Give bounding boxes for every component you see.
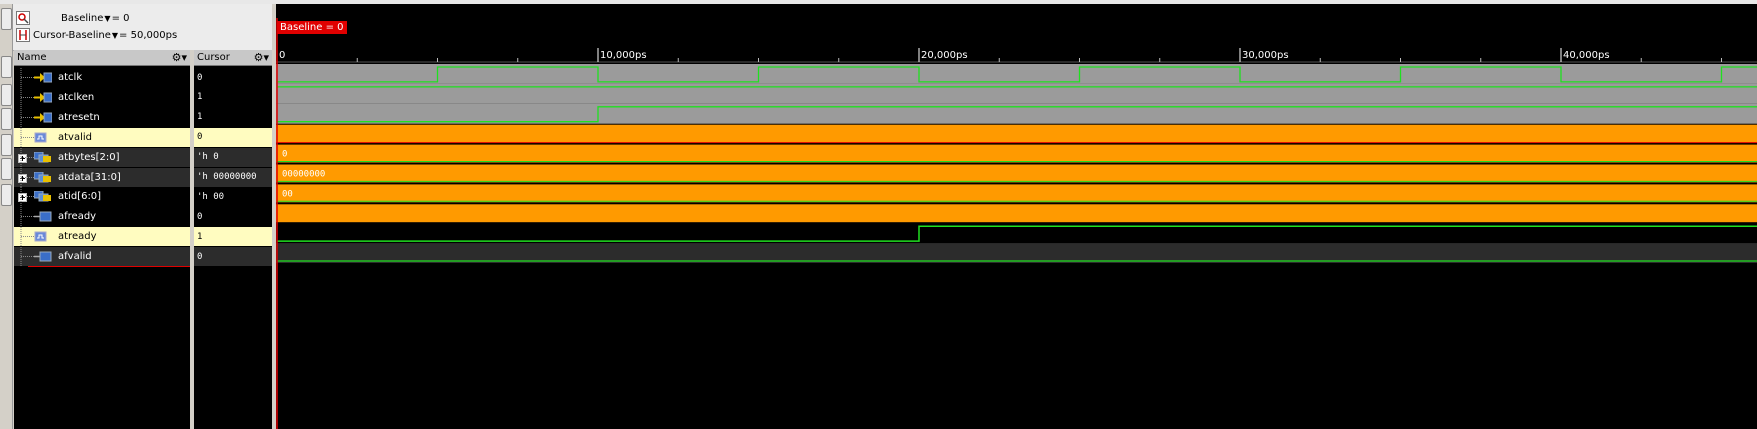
signal-value: 'h 00 (197, 191, 225, 202)
signal-value-row[interactable]: 0 (194, 127, 272, 147)
signal-name: atdata[31:0] (58, 171, 121, 183)
baseline-row[interactable]: Baseline ▼ = 0 (16, 11, 129, 25)
signal-value: 0 (197, 211, 203, 222)
input-arrow-icon (34, 92, 53, 103)
dropdown-arrow-icon[interactable]: ▼ (112, 31, 118, 40)
signal-row[interactable]: atvalid (14, 127, 190, 147)
signal-icon (34, 231, 52, 242)
baseline-marker-label[interactable]: Baseline = 0 (277, 21, 347, 34)
signal-value: 1 (197, 92, 203, 103)
bus-icon (33, 190, 52, 202)
tool-button[interactable] (1, 158, 12, 180)
signal-value: 1 (197, 112, 203, 123)
gear-icon[interactable]: ⚙▾ (254, 51, 269, 64)
signal-row[interactable]: atdata[31:0] (14, 167, 190, 187)
gear-icon[interactable]: ⚙▾ (172, 51, 187, 64)
signal-row[interactable]: afvalid (14, 247, 190, 267)
signal-name: atclk (58, 72, 83, 83)
cursor-header-label: Cursor (197, 52, 230, 63)
cursor-baseline-value: = 50,000ps (119, 29, 178, 41)
output-icon (34, 251, 52, 262)
signal-value-row[interactable]: 0 (194, 68, 272, 87)
signal-value-row[interactable]: 'h 00000000 (194, 167, 272, 187)
signal-value: 0 (197, 72, 203, 83)
signal-row[interactable]: atid[6:0] (14, 187, 190, 207)
signal-name: afvalid (58, 251, 92, 263)
signal-value: 0 (197, 251, 203, 262)
signal-value-row[interactable]: 1 (194, 108, 272, 127)
signal-value-row[interactable]: 0 (194, 247, 272, 267)
signal-value: 1 (197, 231, 203, 242)
signal-row[interactable]: atbytes[2:0] (14, 147, 190, 167)
dropdown-arrow-icon[interactable]: ▼ (104, 14, 110, 23)
tool-button[interactable] (1, 134, 12, 156)
bus-value-fill (276, 184, 1757, 203)
signal-value: 0 (197, 132, 203, 143)
signal-value-row[interactable]: 'h 00 (194, 187, 272, 206)
input-arrow-icon (34, 72, 53, 83)
tool-button[interactable] (1, 56, 12, 78)
signal-row[interactable]: atresetn (14, 107, 190, 127)
bus-icon (33, 151, 52, 163)
ruler-tick-label: 40,000ps (1563, 50, 1610, 61)
baseline-label: Baseline (61, 12, 104, 24)
signal-name: atid[6:0] (58, 191, 102, 203)
signal-name: afready (58, 211, 97, 223)
cursor-column-header[interactable]: Cursor ⚙▾ (194, 50, 272, 66)
signal-name: atvalid (58, 131, 92, 143)
signal-name: atbytes[2:0] (58, 151, 120, 163)
signal-icon (34, 132, 52, 143)
bus-value-fill (276, 164, 1757, 183)
cursor-value-panel: Cursor ⚙▾ 0 1 1 0 'h 0 'h 00000000 'h 00 0 1 0 (194, 50, 272, 429)
left-toolbar (0, 4, 13, 429)
unknown-value-fill (276, 204, 1757, 223)
signal-row[interactable]: atclken (14, 87, 190, 107)
output-icon (34, 211, 52, 222)
ruler-tick-label: 10,000ps (600, 50, 647, 61)
wave-background (276, 243, 1757, 263)
bus-value-label: 00 (282, 189, 293, 199)
bus-value-fill (276, 144, 1757, 163)
signal-value-row[interactable]: 0 (194, 207, 272, 226)
zoom-baseline-icon[interactable] (16, 11, 30, 25)
tool-button[interactable] (1, 84, 12, 106)
signal-row[interactable]: atready (14, 227, 190, 247)
cursor-baseline-icon[interactable] (16, 28, 30, 42)
ready-waveform (277, 225, 1757, 242)
cursor-baseline-row[interactable]: Cursor-Baseline ▼ = 50,000ps (16, 28, 177, 42)
waveform-panel[interactable]: 0 10,000ps 20,000ps 30,000ps 40,000ps 0 000000… (276, 4, 1757, 429)
input-arrow-icon (34, 112, 53, 123)
signal-name: atready (58, 231, 97, 243)
tool-button[interactable] (1, 8, 12, 30)
bus-icon (33, 171, 52, 183)
signal-name: atresetn (58, 111, 100, 123)
ruler-tick-label: 20,000ps (921, 50, 968, 61)
baseline-value: = 0 (111, 12, 130, 24)
bus-value-label: 00000000 (282, 169, 325, 179)
signal-value: 'h 0 (197, 152, 219, 163)
unknown-value-fill (276, 124, 1757, 143)
ruler-tick-label: 30,000ps (1242, 50, 1289, 61)
signal-row[interactable]: afready (14, 207, 190, 227)
tool-button[interactable] (1, 108, 12, 130)
ruler-tick-label: 0 (279, 50, 285, 61)
signal-row[interactable]: atclk (14, 68, 190, 87)
waveform-canvas[interactable]: 0 10,000ps 20,000ps 30,000ps 40,000ps0000000… (276, 4, 1757, 429)
signal-value-row[interactable]: 1 (194, 88, 272, 107)
cursor-baseline-label: Cursor-Baseline (33, 29, 111, 41)
signal-value: 'h 00000000 (197, 172, 257, 182)
signal-value-row[interactable]: 'h 0 (194, 147, 272, 167)
bus-value-label: 0 (282, 150, 287, 160)
signal-name-panel: Name ⚙▾ atclk atclken atresetn atvalid atbyt… (14, 50, 190, 429)
name-column-header[interactable]: Name ⚙▾ (14, 50, 190, 66)
cursor-info-panel: Baseline ▼ = 0 Cursor-Baseline ▼ = 50,00… (13, 4, 276, 51)
tool-button[interactable] (1, 184, 12, 206)
signal-name: atclken (58, 91, 95, 103)
name-header-label: Name (17, 52, 47, 63)
selection-underline (28, 266, 190, 267)
signal-value-row[interactable]: 1 (194, 227, 272, 247)
